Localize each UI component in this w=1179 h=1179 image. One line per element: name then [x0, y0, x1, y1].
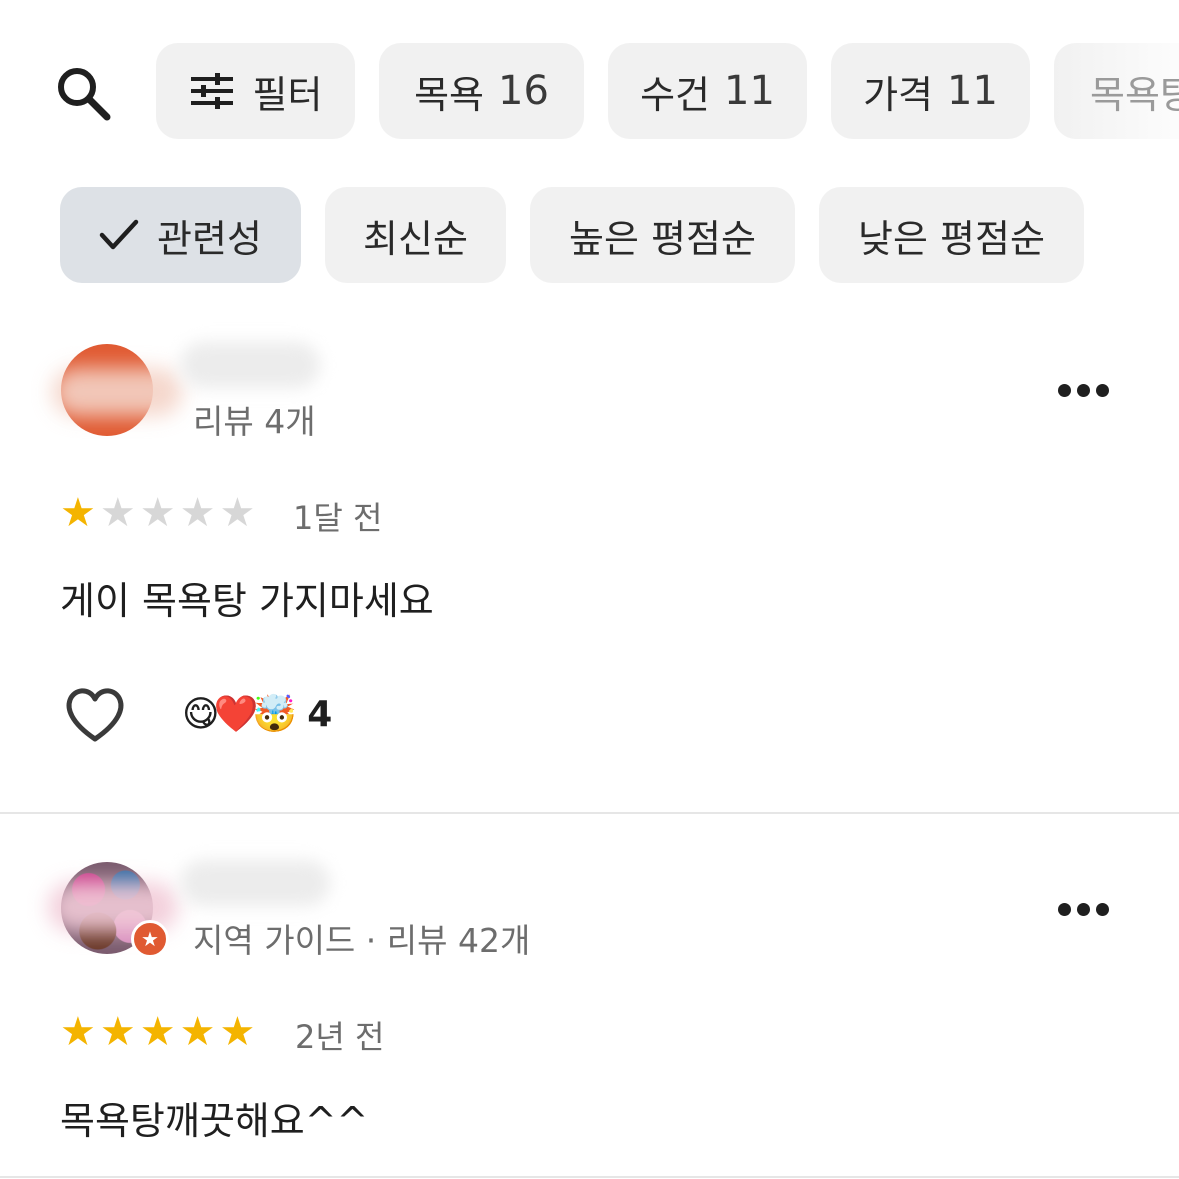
topic-chip-count: 16 [498, 68, 549, 114]
star-filled-icon: ★ [60, 490, 96, 536]
topic-chip-partial[interactable]: 목욕탕 [1054, 43, 1179, 139]
heart-icon [66, 688, 124, 742]
sort-chip-label: 높은 평점순 [569, 216, 756, 261]
review-date: 1달 전 [293, 499, 383, 537]
avatar-blur [52, 368, 182, 416]
star-empty-icon: ★ [179, 490, 216, 536]
star-rating: ★ ★ ★ ★ ★ [60, 493, 255, 533]
sliders-icon [189, 71, 235, 111]
check-icon [99, 218, 139, 252]
review-text: 목욕탕깨끗해요^^ [60, 1099, 369, 1143]
reviewer-meta: 지역 가이드 · 리뷰 42개 [193, 921, 531, 960]
sort-chip-relevance[interactable]: 관련성 [60, 187, 301, 283]
topic-chip-label: 수건 [640, 72, 710, 117]
topic-chip-label: 가격 [863, 72, 933, 117]
reviewer-meta: 리뷰 4개 [193, 402, 316, 441]
star-rating: ★ ★ ★ ★ ★ [60, 1012, 255, 1052]
dot [1058, 384, 1071, 397]
more-options-button[interactable] [1058, 903, 1109, 916]
star-filled-icon: ★ [139, 1009, 176, 1055]
sort-chip-lowest[interactable]: 낮은 평점순 [819, 187, 1084, 283]
star-empty-icon: ★ [99, 490, 136, 536]
local-guide-badge-icon: ★ [131, 920, 169, 958]
sort-chip-label: 관련성 [157, 216, 262, 261]
reactions-summary[interactable]: 😋 ❤️ 🤯 4 [182, 694, 332, 735]
more-options-button[interactable] [1058, 384, 1109, 397]
review-text: 게이 목욕탕 가지마세요 [60, 579, 434, 623]
topic-chip-price[interactable]: 가격 11 [831, 43, 1030, 139]
star-filled-icon: ★ [60, 1009, 96, 1055]
topic-chip-label: 목욕탕 [1090, 72, 1179, 117]
dot [1058, 903, 1071, 916]
topic-chip-count: 11 [724, 68, 775, 114]
sort-chip-label: 최신순 [363, 216, 468, 261]
reviewer-name-blurred[interactable] [180, 342, 320, 388]
sort-chip-highest[interactable]: 높은 평점순 [530, 187, 795, 283]
dot [1096, 903, 1109, 916]
star-filled-icon: ★ [179, 1009, 216, 1055]
sort-chip-newest[interactable]: 최신순 [325, 187, 506, 283]
like-button[interactable] [64, 686, 126, 744]
star-empty-icon: ★ [219, 490, 256, 536]
star-empty-icon: ★ [139, 490, 176, 536]
dot [1096, 384, 1109, 397]
dot [1077, 384, 1090, 397]
filter-chip[interactable]: 필터 [156, 43, 355, 139]
review-date: 2년 전 [295, 1018, 385, 1056]
topic-chip-label: 목욕 [414, 72, 484, 117]
dot [1077, 903, 1090, 916]
divider [0, 812, 1179, 814]
search-button[interactable] [50, 60, 116, 126]
divider [0, 1176, 1179, 1178]
topic-chip-count: 11 [947, 68, 998, 114]
reaction-count: 4 [307, 694, 333, 735]
search-icon [58, 68, 111, 121]
star-filled-icon: ★ [219, 1009, 256, 1055]
reviewer-name-blurred[interactable] [180, 860, 330, 906]
star-filled-icon: ★ [99, 1009, 136, 1055]
sort-chip-label: 낮은 평점순 [858, 216, 1045, 261]
filter-chip-label: 필터 [252, 72, 323, 117]
reviews-page: 필터 목욕 16 수건 11 가격 11 목욕탕 관련성 최신순 높은 평점순 … [0, 0, 1179, 1179]
exploding-head-emoji-icon: 🤯 [252, 693, 298, 735]
topic-chip-towel[interactable]: 수건 11 [608, 43, 807, 139]
topic-chip-bath[interactable]: 목욕 16 [379, 43, 584, 139]
